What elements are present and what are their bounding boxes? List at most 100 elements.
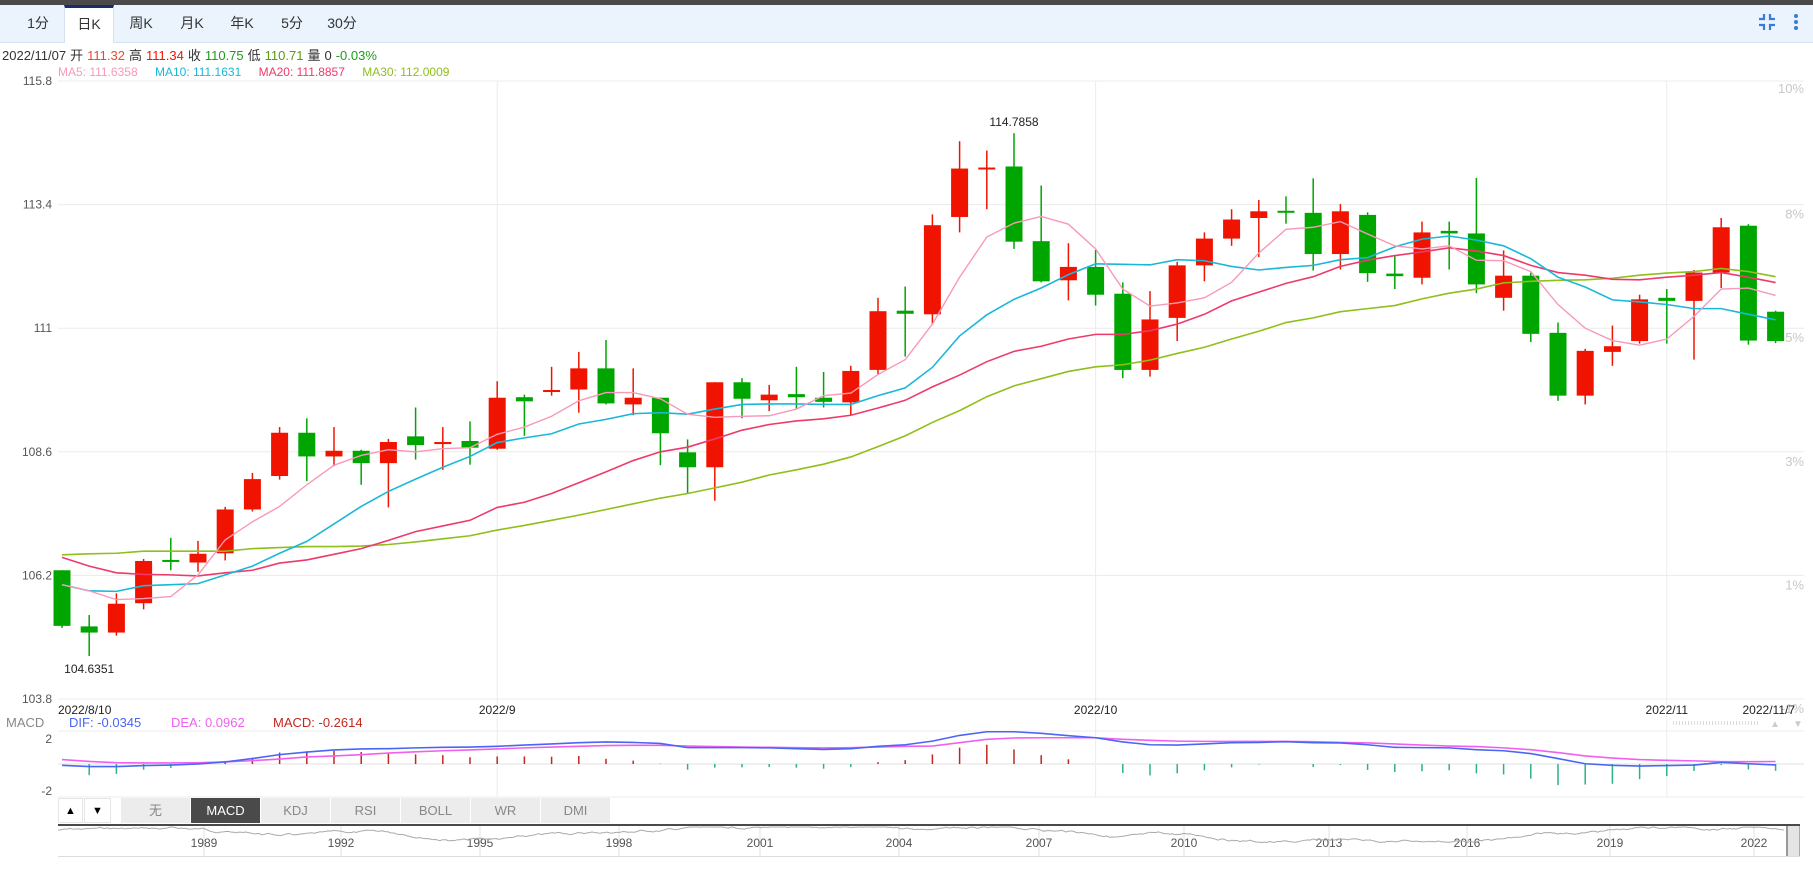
kline-chart[interactable]: 115.8 10% 113.4 8% 111 5% 108.6 3% 106.2 1% 103.8 -… [0, 0, 1813, 891]
candle-body [1087, 266, 1105, 295]
candle-down [1005, 133, 1023, 249]
candle-body [1005, 166, 1023, 242]
candle-body [978, 167, 996, 170]
candle-up [243, 472, 261, 512]
candle-body [1277, 210, 1295, 213]
candle-down [733, 378, 751, 419]
candle-up [1141, 291, 1159, 377]
candle-body [1440, 230, 1458, 234]
indicator-down-button[interactable]: ▼ [84, 798, 111, 823]
candle-body [951, 168, 969, 217]
candle-down [515, 394, 533, 436]
candle-up [543, 366, 561, 396]
candle-up [978, 150, 996, 210]
candle-down [1522, 272, 1540, 343]
candle-up [488, 381, 506, 450]
candle-body [80, 626, 98, 633]
candle-body [298, 432, 316, 457]
candle-body [162, 559, 180, 562]
price-extreme-annotation: 104.6351 [64, 662, 114, 676]
candle-down [1467, 177, 1485, 294]
indicator-tab-boll[interactable]: BOLL [401, 798, 471, 823]
date-axis-label: 2022/10 [1074, 703, 1118, 717]
candle-body [1576, 350, 1594, 396]
price-tick-label: 113.4 [23, 198, 52, 212]
indicator-tab-macd[interactable]: MACD [191, 798, 261, 823]
candle-down [53, 570, 71, 628]
candle-body [1739, 225, 1757, 341]
candle-body [1712, 227, 1730, 273]
candle-down [298, 418, 316, 482]
candle-body [570, 368, 588, 390]
navigator-year-label: 2010 [1171, 836, 1198, 850]
navigator-year-label: 1998 [606, 836, 633, 850]
candle-body [379, 442, 397, 464]
candle-down [787, 366, 805, 409]
candle-body [1386, 273, 1404, 277]
navigator-year-label: 2007 [1026, 836, 1053, 850]
percent-tick-label: 5% [1785, 330, 1804, 345]
candle-body [923, 225, 941, 315]
candle-body [189, 553, 207, 563]
scroll-up-icon: ▲ [1770, 719, 1780, 730]
price-tick-label: 103.8 [22, 692, 52, 706]
candle-down [1032, 185, 1050, 283]
indicator-tab-kdj[interactable]: KDJ [261, 798, 331, 823]
candle-down [896, 286, 914, 357]
price-tick-label: 106.2 [22, 568, 52, 582]
candle-up [271, 427, 289, 480]
navigator-year-label: 1992 [328, 836, 355, 850]
date-axis-label: 2022/11/7 [1743, 703, 1796, 717]
candle-body [1359, 214, 1377, 274]
navigator-year-label: 2004 [886, 836, 913, 850]
time-navigator[interactable]: 1989 1992 1995 1998 2001 2004 2007 2010 2013 2016… [58, 824, 1800, 857]
candle-body [53, 570, 71, 626]
candle-body [543, 390, 561, 392]
indicator-tab-wr[interactable]: WR [471, 798, 541, 823]
ma20-line [61, 247, 1776, 577]
candle-up [1685, 270, 1703, 360]
navigator-year-label: 2013 [1316, 836, 1343, 850]
candle-body [706, 382, 724, 468]
candle-body [1141, 319, 1159, 370]
scroll-down-icon: ▼ [1793, 719, 1803, 730]
candle-up [1603, 325, 1621, 366]
ma5-line [61, 215, 1776, 601]
indicator-tab-rsi[interactable]: RSI [331, 798, 401, 823]
candle-down [1767, 310, 1785, 344]
candle-body [651, 397, 669, 434]
candle-body [1168, 265, 1186, 318]
candle-up [1495, 250, 1513, 311]
indicator-up-button[interactable]: ▲ [58, 798, 83, 823]
navigator-handle[interactable] [1786, 826, 1800, 856]
candle-body [869, 311, 887, 370]
candle-up [135, 558, 153, 610]
candle-down [1549, 322, 1567, 401]
indicator-tab-none[interactable]: 无 [121, 798, 191, 823]
macd-title: MACD [6, 715, 45, 730]
candle-up [325, 427, 343, 467]
candle-up [1712, 217, 1730, 289]
dif-legend: DIF: -0.0345 [69, 715, 142, 730]
candle-up [1195, 232, 1213, 282]
candle-body [896, 310, 914, 314]
candle-up [869, 297, 887, 375]
candle-body [1250, 211, 1268, 218]
candle-up [216, 506, 234, 561]
candle-up [1223, 209, 1241, 246]
indicator-tab-dmi[interactable]: DMI [541, 798, 611, 823]
candle-body [679, 452, 697, 468]
candle-body [787, 394, 805, 398]
percent-tick-label: 1% [1785, 577, 1804, 592]
percent-tick-label: 10% [1778, 81, 1804, 96]
candle-body [243, 479, 261, 510]
navigator-sparkline [58, 826, 1785, 844]
ma10-line [61, 235, 1776, 593]
candle-body [1304, 212, 1322, 255]
price-tick-label: 111 [34, 321, 53, 335]
candle-body [1631, 299, 1649, 342]
candle-down [1658, 289, 1676, 344]
date-axis-label: 2022/11 [1646, 703, 1689, 717]
navigator-year-label: 1989 [191, 836, 218, 850]
navigator-year-label: 2016 [1454, 836, 1481, 850]
